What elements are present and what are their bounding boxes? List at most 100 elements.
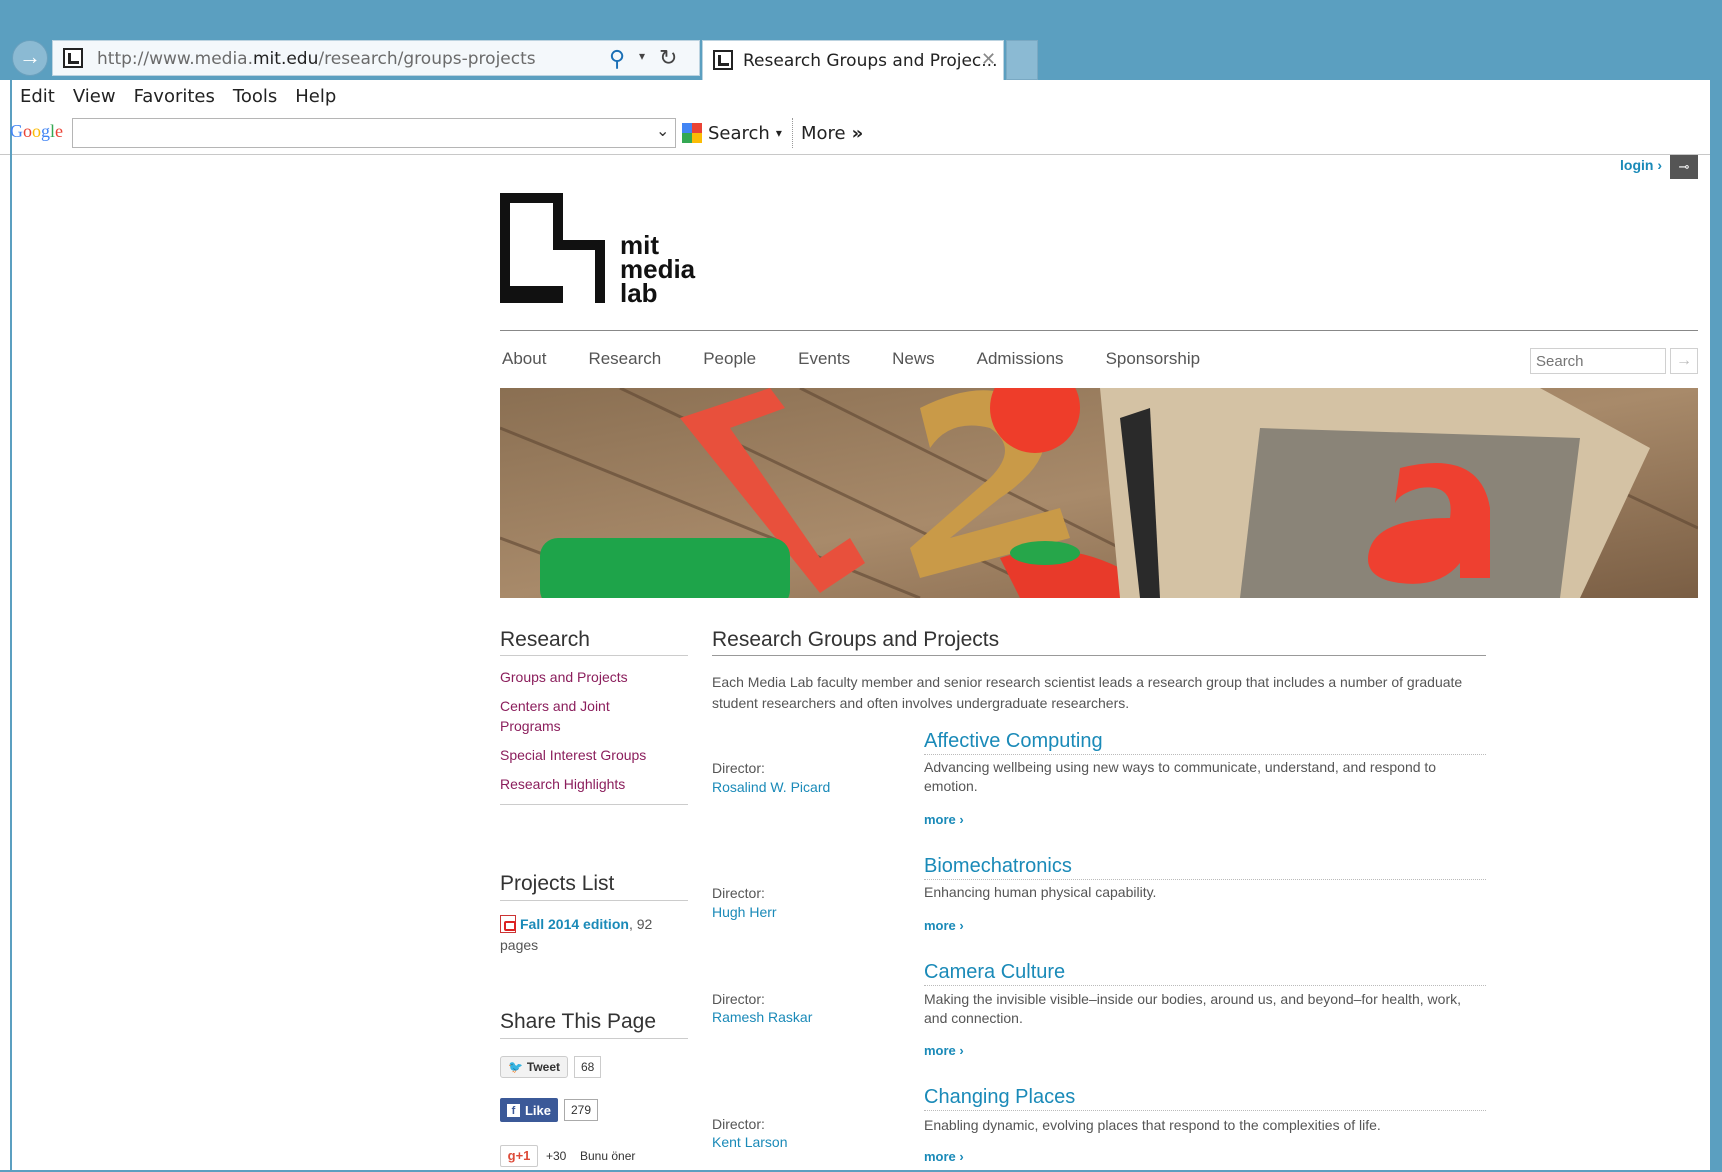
director-label: Director: xyxy=(712,760,765,776)
pdf-icon xyxy=(500,915,516,933)
nav-people[interactable]: People xyxy=(703,349,756,369)
sidebar-link-groups-projects[interactable]: Groups and Projects xyxy=(500,667,628,687)
window-frame-right xyxy=(1710,0,1722,1172)
more-link[interactable]: more › xyxy=(924,1043,964,1058)
google-more-button[interactable]: More » xyxy=(792,118,863,148)
twitter-bird-icon: 🐦 xyxy=(507,1060,523,1074)
sidebar-link-special-interest[interactable]: Special Interest Groups xyxy=(500,745,646,765)
google-search-label: Search xyxy=(708,122,770,144)
google-plus-icon: g xyxy=(507,1148,516,1163)
site-favicon-icon xyxy=(63,48,83,68)
url-prefix: http://www.media. xyxy=(97,49,253,69)
site-search-input[interactable] xyxy=(1530,348,1666,374)
dropdown-arrow-icon: ▾ xyxy=(775,126,782,140)
menu-bar: Edit View Favorites Tools Help xyxy=(20,86,336,112)
director-name-link[interactable]: Ramesh Raskar xyxy=(712,1009,812,1025)
mit-media-lab-logo[interactable]: mit media lab xyxy=(500,193,710,308)
logo-line-lab: lab xyxy=(620,278,658,308)
menu-tools[interactable]: Tools xyxy=(233,86,277,112)
tweet-label: Tweet xyxy=(526,1060,561,1074)
window-frame-left xyxy=(10,80,12,1172)
nav-sponsorship[interactable]: Sponsorship xyxy=(1106,349,1201,369)
more-link[interactable]: more › xyxy=(924,918,964,933)
director-label: Director: xyxy=(712,991,765,1007)
sidebar-research-heading: Research xyxy=(500,628,590,651)
group-title-link[interactable]: Biomechatronics xyxy=(924,855,1072,878)
address-url[interactable]: http://www.media.mit.edu/research/groups… xyxy=(97,49,536,69)
key-icon[interactable]: ⊸ xyxy=(1670,155,1698,179)
group-divider xyxy=(924,879,1486,880)
tab-favicon-icon xyxy=(713,50,733,70)
search-submit-arrow-icon[interactable]: → xyxy=(1670,348,1698,374)
new-tab-button[interactable] xyxy=(1006,40,1038,80)
sidebar-divider xyxy=(500,900,688,901)
google-more-label: More xyxy=(801,122,846,144)
logo-text: mit media lab xyxy=(620,232,695,308)
sidebar-link-centers[interactable]: Centers and Joint Programs xyxy=(500,696,660,736)
nav-research[interactable]: Research xyxy=(588,349,661,369)
title-divider xyxy=(712,655,1486,656)
nav-about[interactable]: About xyxy=(502,349,546,369)
address-bar[interactable]: http://www.media.mit.edu/research/groups… xyxy=(52,40,700,76)
share-heading: Share This Page xyxy=(500,1010,657,1033)
more-link[interactable]: more › xyxy=(924,812,964,827)
gplus-count: +30 xyxy=(546,1149,567,1163)
arrow-right-icon: → xyxy=(19,44,41,69)
projects-pdf-link[interactable]: Fall 2014 edition xyxy=(520,916,629,932)
group-divider xyxy=(924,754,1486,755)
google-search-button[interactable]: Search ▾ xyxy=(682,118,782,148)
group-description: Making the invisible visible–inside our … xyxy=(924,991,1461,1026)
group-title-link[interactable]: Camera Culture xyxy=(924,961,1065,984)
back-button[interactable]: → xyxy=(12,40,48,76)
projects-list-entry: Fall 2014 edition, 92 pages xyxy=(500,914,680,956)
hero-banner-image xyxy=(500,388,1698,598)
dropdown-arrow-icon[interactable]: ▾ xyxy=(639,49,645,63)
group-title-link[interactable]: Changing Places xyxy=(924,1086,1075,1109)
group-divider xyxy=(924,985,1486,986)
hero-photo-letters xyxy=(500,388,1698,598)
nav-admissions[interactable]: Admissions xyxy=(977,349,1064,369)
chevron-down-icon[interactable]: ⌄ xyxy=(656,121,669,141)
tweet-button[interactable]: 🐦 Tweet xyxy=(500,1056,568,1078)
url-domain: mit.edu xyxy=(253,49,319,69)
intro-paragraph: Each Media Lab faculty member and senior… xyxy=(712,674,1463,711)
more-link[interactable]: more › xyxy=(924,1149,964,1164)
menu-edit[interactable]: Edit xyxy=(20,86,55,112)
google-logo: Google xyxy=(10,121,64,141)
group-description: Enhancing human physical capability. xyxy=(924,884,1157,900)
menu-favorites[interactable]: Favorites xyxy=(134,86,215,112)
sidebar-divider xyxy=(500,804,688,805)
page-title: Research Groups and Projects xyxy=(712,628,1000,651)
menu-help[interactable]: Help xyxy=(295,86,336,112)
gplus-label: +1 xyxy=(515,1148,531,1163)
group-description: Enabling dynamic, evolving places that r… xyxy=(924,1117,1381,1133)
gplus-recommend-text: Bunu öner xyxy=(580,1149,636,1163)
login-link[interactable]: login › xyxy=(1620,157,1662,173)
sidebar-divider xyxy=(500,1038,688,1039)
tweet-count: 68 xyxy=(574,1056,602,1078)
facebook-like-button[interactable]: f Like xyxy=(500,1098,558,1122)
group-title-link[interactable]: Affective Computing xyxy=(924,730,1103,753)
google-search-input[interactable] xyxy=(72,118,676,148)
close-icon[interactable]: ✕ xyxy=(981,49,996,70)
director-name-link[interactable]: Kent Larson xyxy=(712,1134,788,1150)
director-label: Director: xyxy=(712,885,765,901)
sidebar-divider xyxy=(500,655,688,656)
google-plus-button[interactable]: g+1 xyxy=(500,1145,538,1167)
tab-title: Research Groups and Projec... xyxy=(743,51,998,71)
like-label: Like xyxy=(524,1102,551,1118)
refresh-icon[interactable]: ↻ xyxy=(659,45,677,71)
tab-research-groups[interactable]: Research Groups and Projec... ✕ xyxy=(702,40,1004,80)
nav-events[interactable]: Events xyxy=(798,349,850,369)
projects-list-heading: Projects List xyxy=(500,872,615,895)
nav-news[interactable]: News xyxy=(892,349,935,369)
search-icon[interactable]: ⚲ xyxy=(609,46,625,72)
group-description: Advancing wellbeing using new ways to co… xyxy=(924,759,1437,794)
like-count: 279 xyxy=(564,1099,599,1121)
nav-divider xyxy=(500,330,1698,331)
menu-view[interactable]: View xyxy=(73,86,116,112)
double-chevron-right-icon: » xyxy=(851,122,864,144)
director-name-link[interactable]: Rosalind W. Picard xyxy=(712,779,830,795)
sidebar-link-highlights[interactable]: Research Highlights xyxy=(500,774,625,794)
director-name-link[interactable]: Hugh Herr xyxy=(712,904,777,920)
